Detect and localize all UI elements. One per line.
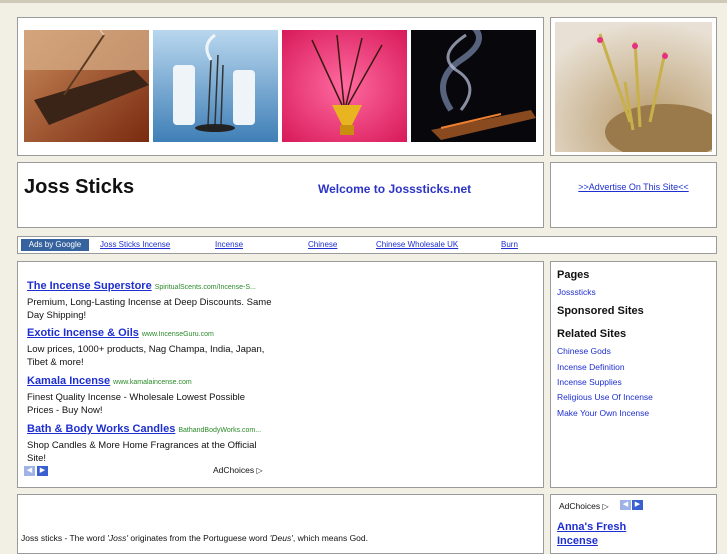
ad-url[interactable]: BathandBodyWorks.com...: [178, 427, 261, 434]
side-ad-box: AdChoices ▷ ◀ ▶ Anna's Fresh Incense: [550, 494, 717, 554]
adchoices-icon: ▷: [256, 466, 263, 475]
image-banner: [17, 17, 544, 156]
incense-photo-4: [411, 30, 536, 142]
ad-title[interactable]: Kamala Incense: [27, 375, 110, 387]
ads-link-bar: Ads by Google Joss Sticks Incense Incens…: [17, 236, 717, 254]
sidebar: Pages Josssticks Sponsored Sites Related…: [550, 261, 717, 488]
incense-photo-5: [555, 22, 712, 152]
sidebar-link-religious-use[interactable]: Religious Use Of Incense: [557, 392, 653, 402]
side-photo-box: [550, 17, 717, 156]
sidebar-link-incense-supplies[interactable]: Incense Supplies: [557, 377, 622, 387]
ad-item: Kamala Incense www.kamalaincense.com Fine…: [27, 371, 273, 417]
ad-description: Shop Candles & More Home Fragrances at t…: [27, 440, 257, 464]
ad-title[interactable]: Exotic Incense & Oils: [27, 327, 139, 339]
incense-photo-3: [282, 30, 407, 142]
ad-item: The Incense Superstore SpiritualScents.co…: [27, 276, 273, 322]
side-ad-prev-button[interactable]: ◀: [620, 500, 631, 510]
ad-item: Bath & Body Works Candles BathandBodyWork…: [27, 419, 273, 465]
ad-title[interactable]: Bath & Body Works Candles: [27, 423, 175, 435]
intro-paragraph: Joss sticks - The word 'Joss' originates…: [21, 533, 368, 543]
bar-link-joss-sticks-incense[interactable]: Joss Sticks Incense: [100, 240, 170, 249]
advertise-box: >>Advertise On This Site<<: [550, 162, 717, 228]
welcome-text: Welcome to Josssticks.net: [318, 182, 472, 196]
adchoices-icon: ▷: [602, 502, 609, 511]
ad-title[interactable]: The Incense Superstore: [27, 280, 152, 292]
ad-prev-button[interactable]: ◀: [24, 466, 35, 476]
bar-link-burn[interactable]: Burn: [501, 240, 518, 249]
ad-url[interactable]: www.kamalaincense.com: [113, 379, 192, 386]
ad-description: Premium, Long-Lasting Incense at Deep Di…: [27, 297, 272, 321]
incense-photo-1: [24, 30, 149, 142]
bar-link-incense[interactable]: Incense: [215, 240, 243, 249]
sidebar-link-josssticks[interactable]: Josssticks: [557, 287, 596, 297]
ad-item: Exotic Incense & Oils www.IncenseGuru.com…: [27, 323, 273, 369]
ad-url[interactable]: SpiritualScents.com/Incense-S...: [155, 284, 256, 291]
ad-listing-box: The Incense Superstore SpiritualScents.co…: [17, 261, 544, 488]
ad-url[interactable]: www.IncenseGuru.com: [142, 331, 214, 338]
sidebar-link-chinese-gods[interactable]: Chinese Gods: [557, 346, 611, 356]
top-edge: [0, 0, 727, 3]
pages-heading: Pages: [557, 269, 590, 281]
ad-description: Finest Quality Incense - Wholesale Lowes…: [27, 392, 246, 416]
sidebar-link-make-your-own[interactable]: Make Your Own Incense: [557, 408, 649, 418]
side-adchoices-label[interactable]: AdChoices ▷: [559, 501, 609, 511]
bar-link-chinese-wholesale-uk[interactable]: Chinese Wholesale UK: [376, 240, 458, 249]
incense-photo-2: [153, 30, 278, 142]
ad-description: Low prices, 1000+ products, Nag Champa, …: [27, 344, 265, 368]
sponsored-heading: Sponsored Sites: [557, 305, 644, 317]
header-box: Joss Sticks Welcome to Josssticks.net: [17, 162, 544, 228]
bar-link-chinese[interactable]: Chinese: [308, 240, 337, 249]
adchoices-label[interactable]: AdChoices ▷: [213, 465, 263, 475]
content-box: Joss sticks - The word 'Joss' originates…: [17, 494, 544, 554]
side-ad-title[interactable]: Anna's Fresh Incense: [557, 520, 626, 548]
page-title: Joss Sticks: [24, 176, 135, 198]
ad-next-button[interactable]: ▶: [37, 466, 48, 476]
advertise-link[interactable]: >>Advertise On This Site<<: [551, 182, 716, 192]
side-ad-next-button[interactable]: ▶: [632, 500, 643, 510]
ads-by-google-badge[interactable]: Ads by Google: [21, 239, 89, 251]
sidebar-link-incense-definition[interactable]: Incense Definition: [557, 362, 625, 372]
related-heading: Related Sites: [557, 328, 627, 340]
